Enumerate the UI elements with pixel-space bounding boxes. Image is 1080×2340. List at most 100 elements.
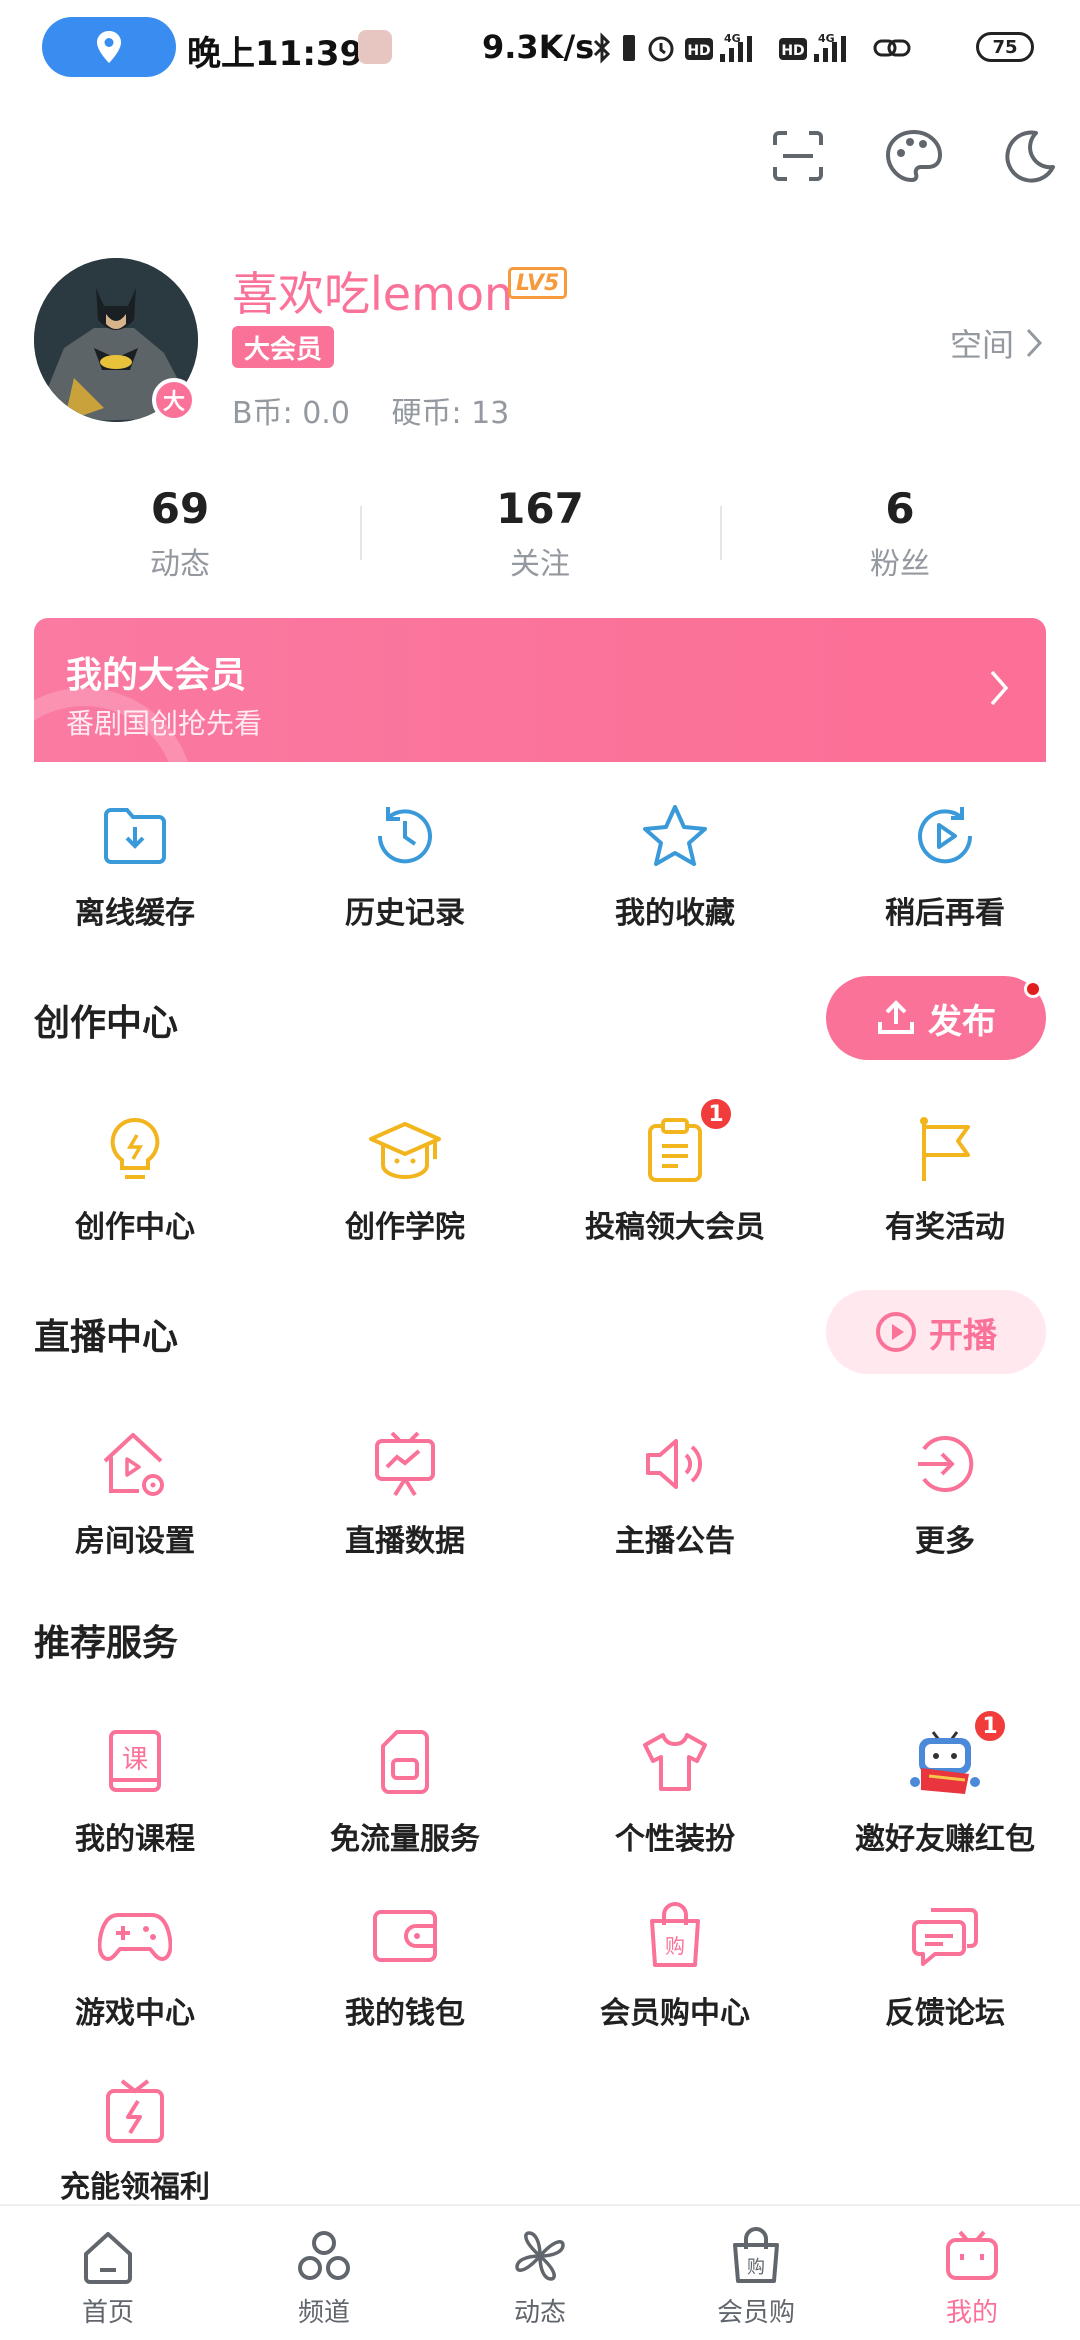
status-bar: 晚上11:39 9.3K/s HD 4G HD 4G 75: [0, 0, 1080, 96]
pinwheel-icon: [508, 2224, 572, 2288]
speaker-icon: [637, 1426, 713, 1502]
free-data-item[interactable]: 免流量服务: [270, 1724, 540, 1858]
bluetooth-icon: [593, 32, 611, 64]
live-label: 主播公告: [615, 1524, 735, 1559]
live-data-item[interactable]: 直播数据: [270, 1426, 540, 1560]
invite-friends-item[interactable]: 1 邀好友赚红包: [810, 1708, 1080, 1858]
wallet-item[interactable]: 我的钱包: [270, 1898, 540, 2032]
download-folder-icon: [97, 798, 173, 874]
watch-later-icon: [907, 798, 983, 874]
live-more-item[interactable]: 更多: [810, 1426, 1080, 1560]
services-row-3: 充能领福利: [0, 2072, 1080, 2206]
quick-favorites[interactable]: 我的收藏: [540, 798, 810, 932]
hd-signal-2-icon: HD4G: [779, 32, 846, 62]
live-label: 直播数据: [345, 1524, 465, 1559]
shopping-bag-icon: 购: [637, 1898, 713, 1974]
live-data-icon: [367, 1426, 443, 1502]
start-live-button[interactable]: 开播: [826, 1290, 1046, 1374]
live-grid: 房间设置 直播数据 主播公告 更多: [0, 1426, 1080, 1560]
creation-section-title: 创作中心: [34, 1003, 179, 1044]
nav-mine[interactable]: 我的: [864, 2206, 1080, 2340]
home-icon: [76, 2224, 140, 2288]
nav-home[interactable]: 首页: [0, 2206, 216, 2340]
quick-offline-cache[interactable]: 离线缓存: [0, 798, 270, 932]
quick-action-label: 我的收藏: [615, 896, 735, 931]
svg-text:购: 购: [665, 1934, 685, 1958]
status-time: 晚上11:39: [187, 34, 364, 74]
link-icon: [873, 39, 911, 57]
flag-icon: [907, 1112, 983, 1188]
quick-action-label: 历史记录: [345, 896, 465, 931]
feedback-forum-item[interactable]: 反馈论坛: [810, 1898, 1080, 2032]
nav-label: 首页: [81, 2298, 134, 2328]
vip-banner[interactable]: 我的大会员 番剧国创抢先看: [34, 618, 1046, 762]
night-mode-button[interactable]: [1000, 126, 1060, 186]
bcoin-balance[interactable]: B币: 0.0: [232, 396, 350, 431]
mall-bag-icon: 购: [724, 2224, 788, 2288]
stat-fans[interactable]: 6 粉丝: [720, 478, 1080, 588]
coin-balance[interactable]: 硬币: 13: [391, 396, 509, 431]
badge-count: 1: [972, 1708, 1008, 1744]
creation-grid: 创作中心 创作学院 1 投稿领大会员 有奖活动: [0, 1096, 1080, 1246]
vip-tag[interactable]: 大会员: [232, 326, 335, 368]
coin-balances: B币: 0.0 硬币: 13: [232, 388, 541, 432]
room-settings-icon: [97, 1426, 173, 1502]
member-mall-item[interactable]: 购 会员购中心: [540, 1898, 810, 2032]
room-settings-item[interactable]: 房间设置: [0, 1426, 270, 1560]
creation-label: 有奖活动: [885, 1210, 1005, 1245]
profile-stats: 69 动态 167 关注 6 粉丝: [0, 478, 1080, 588]
theme-button[interactable]: [884, 126, 944, 186]
quick-watch-later[interactable]: 稍后再看: [810, 798, 1080, 932]
start-live-label: 开播: [929, 1315, 997, 1356]
channels-icon: [292, 2224, 356, 2288]
service-label: 免流量服务: [330, 1822, 480, 1857]
wallet-icon: [367, 1898, 443, 1974]
svg-text:HD: HD: [781, 43, 804, 59]
stat-following[interactable]: 167 关注: [360, 478, 720, 588]
stat-label: 粉丝: [870, 546, 930, 582]
nav-member-mall[interactable]: 购 会员购: [648, 2206, 864, 2340]
vip-banner-subtitle: 番剧国创抢先看: [66, 707, 263, 740]
my-courses-item[interactable]: 课 我的课程: [0, 1724, 270, 1858]
service-label: 邀好友赚红包: [855, 1822, 1035, 1857]
creation-label: 投稿领大会员: [585, 1210, 765, 1245]
stat-dynamics[interactable]: 69 动态: [0, 478, 360, 588]
upload-icon: [878, 1000, 914, 1034]
space-label: 空间: [949, 326, 1014, 364]
scan-button[interactable]: [768, 126, 828, 186]
svg-text:HD: HD: [687, 43, 710, 59]
publish-button[interactable]: 发布: [826, 976, 1046, 1060]
nav-dynamics[interactable]: 动态: [432, 2206, 648, 2340]
notification-dot: [1024, 980, 1042, 998]
vibrate-icon: [623, 35, 635, 61]
bottom-navigation: 首页 频道 动态 购 会员购 我的: [0, 2204, 1080, 2340]
gift-charge-icon: [97, 2072, 173, 2148]
anchor-announcement-item[interactable]: 主播公告: [540, 1426, 810, 1560]
service-label: 个性装扮: [615, 1822, 735, 1857]
submit-for-vip-item[interactable]: 1 投稿领大会员: [540, 1096, 810, 1246]
creation-center-item[interactable]: 创作中心: [0, 1112, 270, 1246]
chevron-right-icon: [1026, 328, 1043, 358]
live-label: 更多: [915, 1524, 975, 1559]
vip-banner-title: 我的大会员: [66, 655, 247, 696]
space-link[interactable]: 空间: [950, 320, 1044, 366]
nav-channels[interactable]: 频道: [216, 2206, 432, 2340]
game-center-item[interactable]: 游戏中心: [0, 1898, 270, 2032]
reward-events-item[interactable]: 有奖活动: [810, 1112, 1080, 1246]
quick-history[interactable]: 历史记录: [270, 798, 540, 932]
nav-label: 频道: [297, 2298, 350, 2328]
lightbulb-icon: [97, 1112, 173, 1188]
status-icons: HD 4G HD 4G: [592, 28, 912, 68]
username[interactable]: 喜欢吃lemon: [232, 258, 513, 324]
nav-label: 我的: [945, 2298, 998, 2328]
creation-label: 创作中心: [75, 1210, 195, 1245]
stat-value: 6: [885, 483, 915, 533]
dress-up-item[interactable]: 个性装扮: [540, 1724, 810, 1858]
svg-text:课: 课: [122, 1745, 148, 1775]
vip-avatar-badge: 大: [152, 378, 196, 422]
charge-benefits-item[interactable]: 充能领福利: [0, 2072, 270, 2206]
tv-mascot-icon: [940, 2224, 1004, 2288]
publish-label: 发布: [928, 1001, 996, 1042]
creation-academy-item[interactable]: 创作学院: [270, 1112, 540, 1246]
level-badge: LV5: [508, 267, 568, 299]
